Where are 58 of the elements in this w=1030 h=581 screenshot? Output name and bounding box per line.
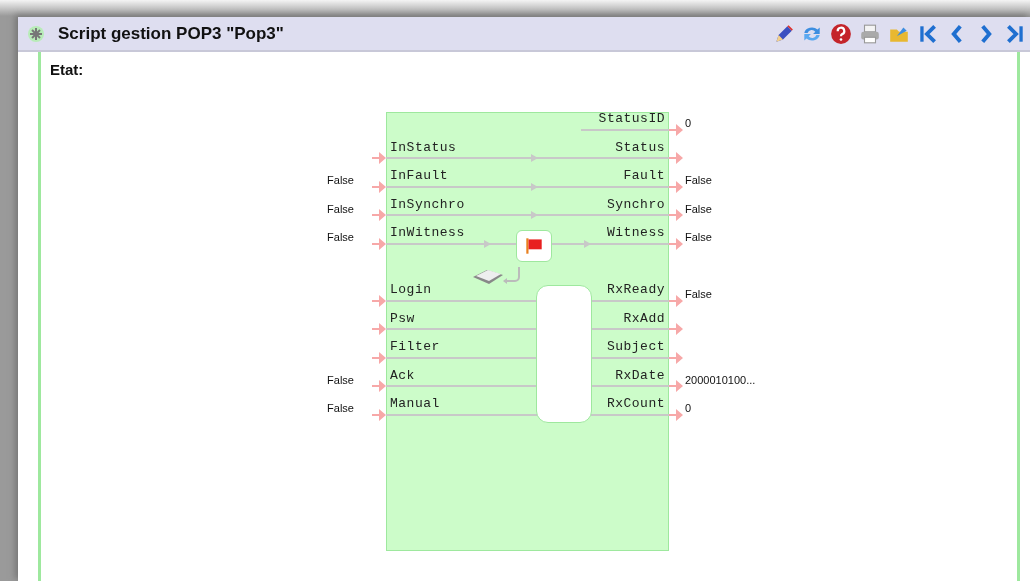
input-label: InStatus	[390, 139, 457, 155]
input-label: Psw	[390, 310, 415, 326]
output-label: Subject	[606, 339, 665, 354]
output-value: False	[685, 231, 712, 243]
gear-icon	[26, 23, 46, 44]
output-label: Synchro	[606, 196, 665, 212]
output-value: 0	[685, 117, 692, 129]
section-label: Etat:	[50, 61, 85, 78]
output-value: False	[685, 288, 712, 300]
input-label: InFault	[390, 168, 449, 183]
pin-arrow-icon	[669, 351, 683, 364]
pin-arrow-icon	[669, 237, 683, 250]
output-label: RxAdd	[623, 310, 665, 326]
output-value: 0	[685, 402, 692, 414]
last-icon[interactable]	[1004, 22, 1026, 45]
pin-arrow-icon	[669, 180, 683, 193]
window-title: Script gestion POP3 "Pop3"	[58, 23, 285, 44]
printer-icon[interactable]	[859, 22, 881, 45]
pin-arrow-icon	[372, 294, 386, 307]
input-label: Manual	[390, 396, 440, 411]
input-label: Login	[390, 282, 432, 297]
output-label: Status	[615, 139, 665, 155]
pin-arrow-icon	[669, 323, 683, 335]
output-label: Witness	[606, 225, 665, 240]
output-value: 2000010100...	[685, 373, 756, 386]
output-label: StatusID	[598, 111, 665, 126]
pin-arrow-icon	[372, 180, 386, 193]
input-value: False	[327, 402, 354, 414]
first-icon[interactable]	[917, 22, 939, 45]
input-value: False	[327, 202, 354, 215]
output-label: RxDate	[615, 367, 665, 383]
output-label: Fault	[623, 168, 665, 183]
pin-arrow-icon	[669, 152, 683, 164]
output-value: False	[685, 202, 712, 215]
pin-arrow-icon	[669, 209, 683, 221]
input-label: Filter	[390, 339, 440, 354]
input-value: False	[327, 373, 354, 386]
pin-arrow-icon	[372, 152, 386, 164]
input-value: False	[327, 231, 354, 243]
pin-arrow-icon	[372, 408, 386, 421]
input-label: Ack	[390, 367, 415, 383]
pin-arrow-icon	[372, 209, 386, 221]
output-label: RxReady	[606, 282, 665, 297]
pin-arrow-icon	[669, 123, 683, 136]
pin-arrow-icon	[669, 294, 683, 307]
input-value: False	[327, 174, 354, 186]
pin-arrow-icon	[372, 237, 386, 250]
pin-arrow-icon	[669, 380, 683, 392]
flag-icon	[516, 230, 552, 262]
help-icon[interactable]	[830, 22, 852, 45]
input-label: InSynchro	[390, 196, 465, 212]
pin-arrow-icon	[372, 323, 386, 335]
pin-arrow-icon	[669, 408, 683, 421]
output-value: False	[685, 174, 712, 186]
output-label: RxCount	[606, 396, 665, 411]
pin-arrow-icon	[372, 380, 386, 392]
input-label: InWitness	[390, 225, 465, 240]
pin-arrow-icon	[372, 351, 386, 364]
